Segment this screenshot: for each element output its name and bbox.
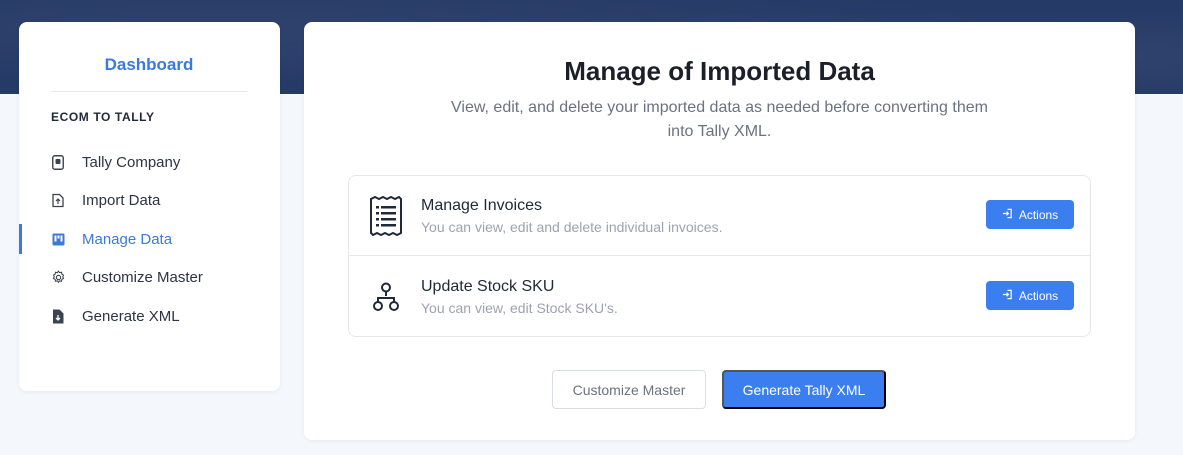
sidebar: Dashboard ECOM TO TALLY Tally Company Im… xyxy=(19,22,280,391)
list-item-title: Manage Invoices xyxy=(421,197,542,214)
active-indicator xyxy=(19,224,22,254)
list-item-description: You can view, edit and delete individual… xyxy=(421,219,723,235)
options-list: Manage Invoices You can view, edit and d… xyxy=(348,175,1091,337)
sidebar-item-label: Generate XML xyxy=(82,308,180,325)
sign-in-icon xyxy=(1002,208,1013,222)
sidebar-divider xyxy=(51,91,247,92)
sidebar-item-import-data[interactable]: Import Data xyxy=(19,181,280,219)
sidebar-section-heading: ECOM TO TALLY xyxy=(51,110,155,124)
sign-in-icon xyxy=(1002,289,1013,303)
sidebar-item-label: Import Data xyxy=(82,192,161,209)
receipt-icon xyxy=(367,196,405,236)
sidebar-item-label: Tally Company xyxy=(82,154,181,171)
list-item-update-stock-sku: Update Stock SKU You can view, edit Stoc… xyxy=(349,257,1090,337)
list-item-title: Update Stock SKU xyxy=(421,278,555,295)
sidebar-item-manage-data[interactable]: Manage Data xyxy=(19,220,280,258)
manage-data-icon xyxy=(50,231,66,247)
company-icon xyxy=(50,154,66,170)
generate-tally-xml-button[interactable]: Generate Tally XML xyxy=(722,370,886,409)
sidebar-item-customize-master[interactable]: Customize Master xyxy=(19,258,280,296)
sidebar-item-label: Customize Master xyxy=(82,269,203,286)
list-item-manage-invoices: Manage Invoices You can view, edit and d… xyxy=(349,176,1090,256)
sidebar-item-tally-company[interactable]: Tally Company xyxy=(19,143,280,181)
page-subtitle: View, edit, and delete your imported dat… xyxy=(451,99,988,140)
customize-master-button[interactable]: Customize Master xyxy=(552,370,706,409)
actions-label: Actions xyxy=(1018,288,1059,303)
gear-icon xyxy=(50,269,66,285)
page-title: Manage of Imported Data xyxy=(564,56,875,86)
import-icon xyxy=(50,192,66,208)
list-item-description: You can view, edit Stock SKU's. xyxy=(421,300,618,316)
hierarchy-icon xyxy=(367,277,405,317)
sidebar-title[interactable]: Dashboard xyxy=(51,55,247,75)
stock-sku-actions-button[interactable]: Actions xyxy=(986,281,1074,310)
main-card: Manage of Imported Data View, edit, and … xyxy=(304,22,1135,440)
actions-label: Actions xyxy=(1018,207,1059,222)
sidebar-item-label: Manage Data xyxy=(82,231,173,248)
invoices-actions-button[interactable]: Actions xyxy=(986,200,1074,229)
file-download-icon xyxy=(50,308,66,324)
sidebar-item-generate-xml[interactable]: Generate XML xyxy=(19,297,280,335)
